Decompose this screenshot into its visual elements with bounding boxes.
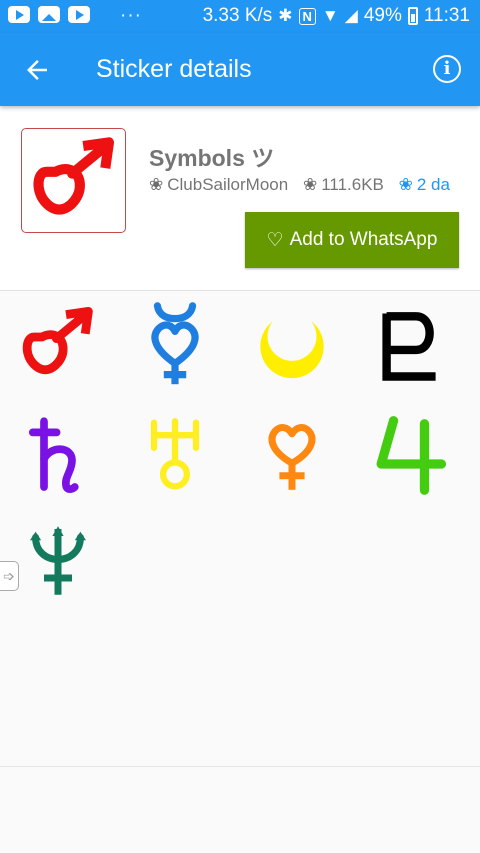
saturn-symbol-icon xyxy=(28,416,79,493)
nfc-icon: N xyxy=(298,7,316,25)
venus-symbol-icon xyxy=(268,423,316,490)
divider xyxy=(0,766,480,767)
flower-icon: ❀ xyxy=(398,175,413,194)
heart-icon: ♡ xyxy=(266,229,284,251)
mars-symbol-icon xyxy=(22,307,93,375)
sticker-item[interactable] xyxy=(120,295,230,395)
sticker-item[interactable] xyxy=(3,295,113,395)
sticker-item[interactable] xyxy=(3,405,113,505)
pack-name: Symbols ツ xyxy=(149,145,275,171)
neptune-symbol-icon xyxy=(30,525,86,595)
uranus-symbol-icon xyxy=(150,417,200,489)
side-drawer-handle[interactable]: ➩ xyxy=(0,561,19,591)
youtube-notification-icon xyxy=(8,6,30,23)
flower-icon: ❀ xyxy=(302,175,318,194)
youtube-notification-icon xyxy=(68,6,90,23)
info-icon: i xyxy=(443,58,451,79)
battery-percent: 49% xyxy=(363,5,402,26)
pack-header: Symbols ツ ❀ ClubSailorMoon ❀ 111.6KB ❀ 2 da… xyxy=(0,106,480,291)
page-title: Sticker details xyxy=(96,55,252,83)
add-button-label: Add to WhatsApp xyxy=(289,229,438,250)
more-notifications-dots: ··· xyxy=(120,5,142,26)
pack-size: 111.6KB xyxy=(321,175,384,194)
pluto-symbol-icon xyxy=(382,312,436,381)
arrow-right-icon: ➩ xyxy=(3,568,15,584)
wifi-icon: ▼ xyxy=(321,6,339,25)
sticker-item[interactable] xyxy=(237,405,347,505)
sticker-item[interactable] xyxy=(120,405,230,505)
network-speed: 3.33 K/s xyxy=(202,5,273,26)
sticker-item[interactable] xyxy=(3,510,113,610)
sticker-item[interactable] xyxy=(354,405,464,505)
arrow-left-icon xyxy=(27,60,47,80)
mercury-symbol-icon xyxy=(151,302,199,385)
mars-symbol-icon xyxy=(33,136,114,215)
add-to-whatsapp-button[interactable]: ♡ Add to WhatsApp xyxy=(245,212,459,268)
sticker-item[interactable] xyxy=(354,295,464,395)
bluetooth-icon: ✱ xyxy=(278,6,293,25)
clock: 11:31 xyxy=(423,5,470,26)
back-button[interactable] xyxy=(22,55,52,85)
flower-icon: ❀ xyxy=(149,175,164,194)
pack-meta: ❀ ClubSailorMoon ❀ 111.6KB ❀ 2 da xyxy=(149,175,460,195)
pack-extra-info: 2 da xyxy=(416,175,450,194)
crescent-moon-icon xyxy=(260,311,324,379)
status-bar: ··· 3.33 K/s ✱ N ▼ ◢ 49% 11:31 xyxy=(0,0,480,33)
sticker-item[interactable] xyxy=(237,295,347,395)
publisher-name: ClubSailorMoon xyxy=(167,175,289,194)
battery-icon xyxy=(407,7,418,25)
jupiter-symbol-icon xyxy=(376,415,447,495)
tray-icon xyxy=(21,128,126,233)
app-bar: Sticker details i xyxy=(0,33,480,106)
info-button[interactable]: i xyxy=(433,55,461,83)
gallery-notification-icon xyxy=(38,6,60,23)
signal-icon: ◢ xyxy=(344,6,358,25)
